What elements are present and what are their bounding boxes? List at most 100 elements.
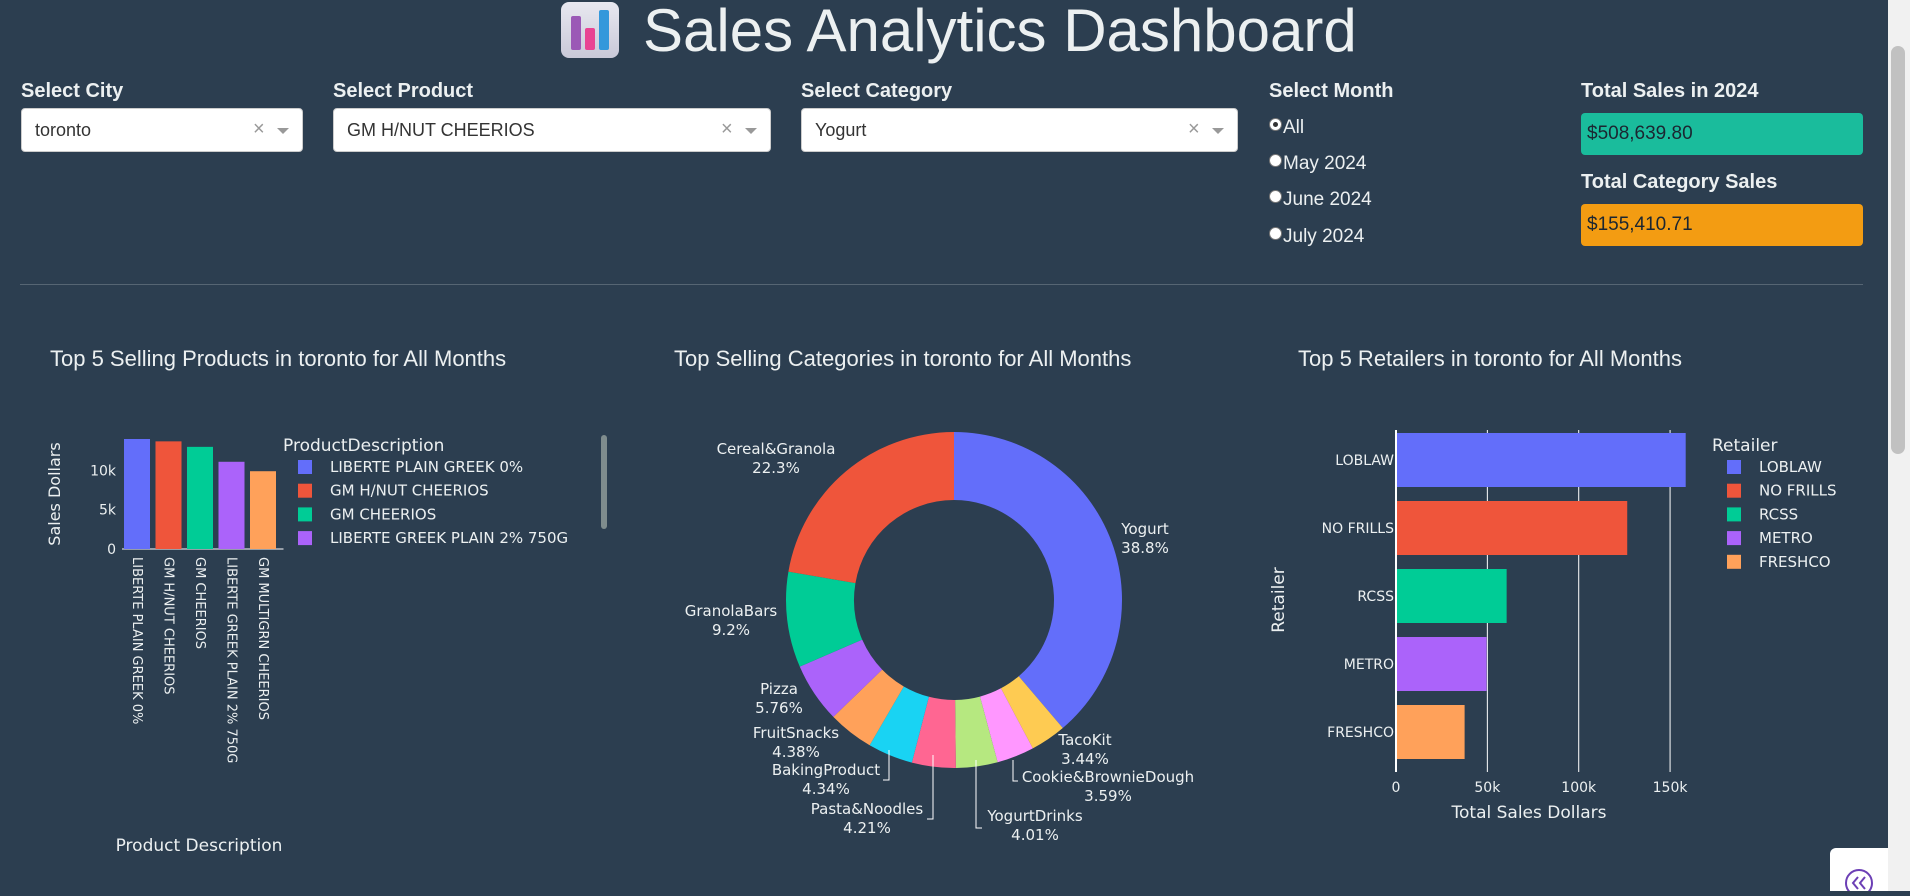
leader-line bbox=[1012, 760, 1018, 782]
legend-swatch bbox=[1727, 483, 1741, 498]
x-tick-label: GM CHEERIOS bbox=[192, 557, 207, 649]
legend-item: METRO bbox=[1759, 529, 1813, 547]
category-label: Select Category bbox=[801, 80, 953, 102]
slice-label: BakingProduct bbox=[772, 761, 880, 779]
bar-3 bbox=[218, 461, 245, 549]
slice-label: Pizza bbox=[760, 680, 798, 698]
bar-0 bbox=[1397, 433, 1686, 487]
y-tick-label: 0 bbox=[107, 542, 116, 558]
legend-item: GM H/NUT CHEERIOS bbox=[330, 482, 489, 500]
month-radio-july[interactable]: July 2024 bbox=[1269, 226, 1364, 248]
collapse-button[interactable] bbox=[1830, 848, 1888, 896]
legend-item: RCSS bbox=[1759, 505, 1798, 523]
legend-item: FRESHCO bbox=[1759, 553, 1831, 571]
radio-icon[interactable] bbox=[1269, 190, 1282, 204]
x-tick-label: 0 bbox=[1392, 780, 1401, 796]
legend-item: LOBLAW bbox=[1759, 458, 1822, 476]
header: Sales Analytics Dashboard bbox=[0, 0, 1888, 64]
month-radio-june[interactable]: June 2024 bbox=[1269, 189, 1372, 211]
y-tick-label: METRO bbox=[1344, 657, 1394, 673]
slice-label: YogurtDrinks bbox=[986, 807, 1083, 825]
x-tick-label: GM H/NUT CHEERIOS bbox=[161, 557, 176, 695]
month-radio-may[interactable]: May 2024 bbox=[1269, 153, 1366, 175]
slice-label: TacoKit bbox=[1057, 731, 1111, 749]
clear-icon[interactable]: × bbox=[253, 118, 265, 141]
total-sales-value: $508,639.80 bbox=[1581, 113, 1863, 155]
city-value: toronto bbox=[35, 120, 92, 140]
slice-percent: 4.34% bbox=[802, 780, 850, 798]
bar-chart-icon bbox=[561, 2, 619, 58]
radio-selected-icon[interactable] bbox=[1269, 118, 1282, 132]
product-dropdown[interactable]: GM H/NUT CHEERIOS × bbox=[333, 108, 771, 152]
legend-swatch bbox=[1727, 507, 1741, 522]
double-chevron-left-icon[interactable] bbox=[1830, 848, 1888, 896]
y-tick-label: FRESHCO bbox=[1327, 725, 1394, 741]
y-tick-label: NO FRILLS bbox=[1322, 521, 1394, 537]
chevron-down-icon[interactable] bbox=[745, 128, 757, 134]
slice-percent: 4.38% bbox=[772, 743, 820, 761]
y-tick-label: RCSS bbox=[1357, 589, 1394, 605]
bar-1 bbox=[1397, 501, 1628, 555]
slice-percent: 4.01% bbox=[1011, 826, 1059, 844]
month-label: Select Month bbox=[1269, 80, 1394, 102]
x-axis-title: Total Sales Dollars bbox=[1451, 803, 1607, 823]
legend-item: LIBERTE GREEK PLAIN 2% 750G bbox=[330, 529, 568, 547]
page-title: Sales Analytics Dashboard bbox=[643, 0, 1357, 64]
category-dropdown[interactable]: Yogurt × bbox=[801, 108, 1238, 152]
radio-icon[interactable] bbox=[1269, 154, 1282, 168]
legend-swatch bbox=[1727, 531, 1741, 546]
legend-title: Retailer bbox=[1712, 436, 1778, 456]
bar-2 bbox=[1397, 569, 1507, 623]
y-tick-label: 10k bbox=[90, 463, 117, 479]
legend-swatch bbox=[1727, 554, 1741, 569]
chart-title-products: Top 5 Selling Products in toronto for Al… bbox=[50, 346, 507, 371]
chart-title-retailers: Top 5 Retailers in toronto for All Month… bbox=[1298, 346, 1682, 371]
slice-percent: 3.59% bbox=[1084, 787, 1132, 805]
slice-percent: 22.3% bbox=[752, 459, 800, 477]
legend-swatch bbox=[298, 483, 312, 498]
legend-scrollbar bbox=[601, 435, 607, 529]
slice-percent: 3.44% bbox=[1061, 750, 1109, 768]
x-tick-label: GM MULTIGRN CHEERIOS bbox=[255, 557, 270, 720]
legend-item: NO FRILLS bbox=[1759, 482, 1837, 500]
clear-icon[interactable]: × bbox=[1188, 118, 1200, 141]
slice-percent: 9.2% bbox=[712, 621, 750, 639]
slice-label: Yogurt bbox=[1120, 520, 1169, 538]
y-axis-title: Retailer bbox=[1269, 567, 1289, 633]
city-label: Select City bbox=[21, 80, 124, 102]
x-tick-label: 50k bbox=[1474, 780, 1501, 796]
scrollbar-thumb[interactable] bbox=[1891, 46, 1905, 454]
leader-line bbox=[975, 760, 982, 829]
bar-1 bbox=[155, 441, 182, 549]
slice-label: Pasta&Noodles bbox=[811, 800, 924, 818]
city-dropdown[interactable]: toronto × bbox=[21, 108, 303, 152]
total-category-value: $155,410.71 bbox=[1581, 204, 1863, 246]
clear-icon[interactable]: × bbox=[721, 118, 733, 141]
chevron-down-icon[interactable] bbox=[1212, 128, 1224, 134]
total-sales-label: Total Sales in 2024 bbox=[1581, 80, 1759, 102]
chevron-down-icon[interactable] bbox=[277, 128, 289, 134]
bar-0 bbox=[124, 439, 150, 549]
chart-title-categories: Top Selling Categories in toronto for Al… bbox=[674, 346, 1132, 371]
bar-4 bbox=[1397, 705, 1465, 759]
slice-percent: 5.76% bbox=[755, 699, 803, 717]
slice-percent: 4.21% bbox=[843, 819, 891, 837]
bar-2 bbox=[187, 446, 213, 549]
legend-item: LIBERTE PLAIN GREEK 0% bbox=[330, 458, 523, 476]
divider bbox=[20, 284, 1863, 285]
categories-donut-chart: Yogurt38.8% TacoKit3.44%Cookie&BrownieDou… bbox=[685, 432, 1194, 844]
slice-percent: 38.8% bbox=[1121, 539, 1169, 557]
x-tick-label: LIBERTE PLAIN GREEK 0% bbox=[129, 557, 144, 724]
product-label: Select Product bbox=[333, 80, 474, 102]
bar-3 bbox=[1397, 637, 1487, 691]
legend-swatch bbox=[298, 531, 312, 546]
slice-label: FruitSnacks bbox=[753, 724, 839, 742]
y-tick-label: LOBLAW bbox=[1335, 453, 1394, 469]
donut-slice-0 bbox=[954, 432, 1122, 729]
total-category-label: Total Category Sales bbox=[1581, 171, 1778, 193]
radio-icon[interactable] bbox=[1269, 227, 1282, 241]
legend-swatch bbox=[298, 460, 312, 474]
bar-4 bbox=[250, 471, 276, 549]
month-radio-all[interactable]: All bbox=[1269, 117, 1304, 139]
slice-label: Cookie&BrownieDough bbox=[1022, 768, 1194, 786]
